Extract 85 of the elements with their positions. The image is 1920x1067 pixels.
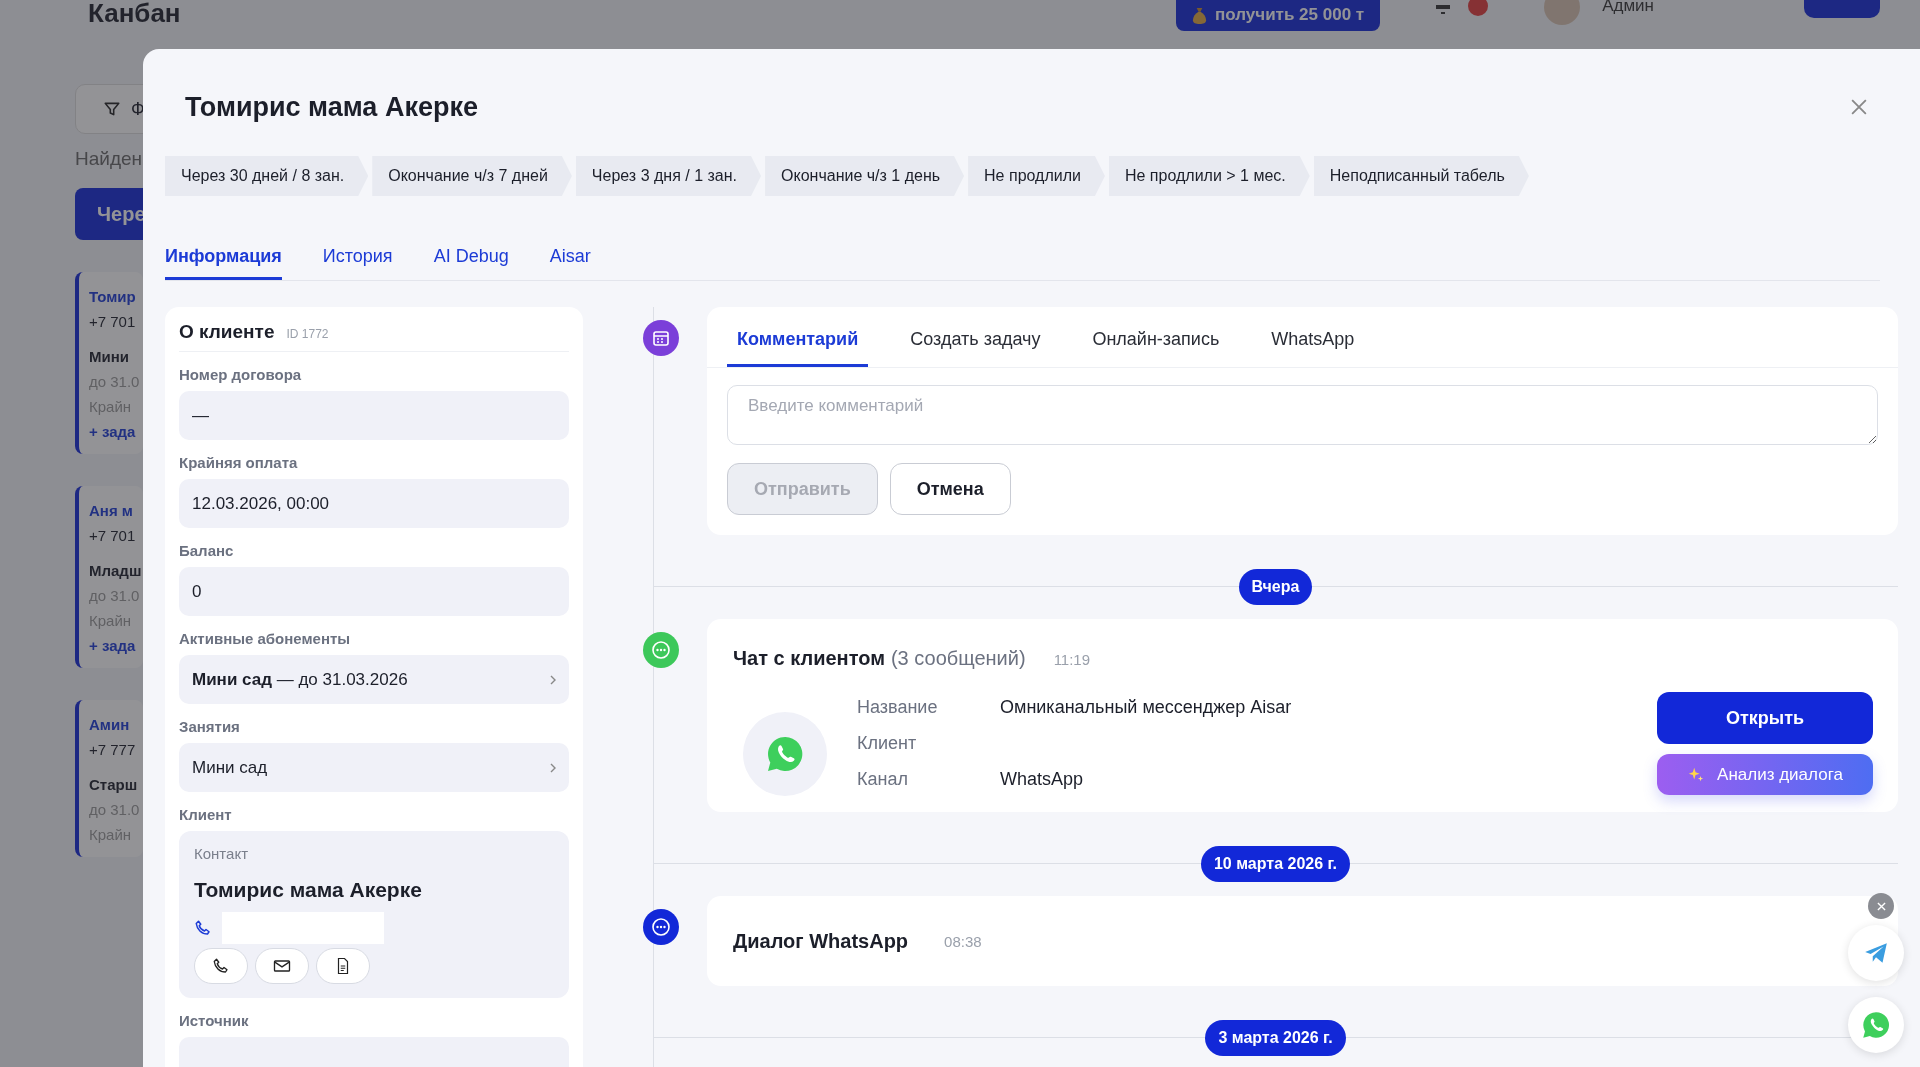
- card-plan: Мини: [89, 348, 129, 365]
- info-label: Канал: [857, 769, 909, 790]
- notification-dot: [1468, 0, 1489, 16]
- dialog-title: Диалог WhatsApp: [733, 929, 909, 953]
- field-label: Источник: [179, 1012, 250, 1029]
- user-name: Админ: [1602, 0, 1654, 16]
- field-label: Номер договора: [179, 366, 303, 383]
- open-button[interactable]: Открыть: [1657, 692, 1873, 744]
- stage-chip[interactable]: Через 3 дня / 1 зан.: [575, 156, 762, 196]
- promo-button[interactable]: получить 25 000 т: [1176, 0, 1381, 31]
- tab[interactable]: AI Debug: [433, 246, 509, 280]
- phone-icon: [194, 919, 212, 937]
- input-field[interactable]: 12.03.2026, 00:00: [179, 479, 569, 528]
- card-name: Амин: [89, 716, 130, 733]
- field-label: Клиент: [179, 806, 233, 823]
- stage-chip[interactable]: Окончание ч/з 1 день: [765, 156, 965, 196]
- input-field[interactable]: 0: [179, 567, 569, 616]
- info-value: Омниканальный мессенджер Aisar: [1000, 697, 1293, 718]
- select-field[interactable]: Мини сад: [179, 743, 569, 792]
- whatsapp-button[interactable]: [1848, 997, 1904, 1053]
- contact-label: Контакт: [194, 845, 249, 862]
- tab[interactable]: WhatsApp: [1261, 329, 1365, 367]
- message-count: (3 сообщений): [890, 647, 1026, 670]
- chevron-right-icon: [550, 674, 556, 685]
- time-text: 11:19: [1053, 651, 1091, 668]
- date-badge: 10 марта 2026 г.: [1200, 846, 1351, 882]
- chat-icon: [642, 632, 679, 668]
- date-badge: Вчера: [1238, 569, 1313, 605]
- found-text: Найден: [75, 148, 144, 170]
- document-button[interactable]: [316, 948, 370, 984]
- contact-name: Томирис мама Акерке: [194, 878, 423, 902]
- tab[interactable]: Создать задачу: [900, 329, 1051, 367]
- tab[interactable]: Aisar: [549, 246, 591, 280]
- card-plan: Старш: [89, 776, 138, 793]
- whatsapp-icon: [765, 734, 805, 774]
- dialog-card[interactable]: Диалог WhatsApp 08:38: [707, 896, 1898, 986]
- info-label: Клиент: [857, 733, 918, 754]
- chat-title: Чат с клиентом: [733, 647, 885, 670]
- comment-field[interactable]: Введите комментарий: [727, 385, 1878, 445]
- add-task-link[interactable]: + зада: [89, 423, 136, 440]
- calendar-icon: [642, 320, 679, 356]
- date-badge: 3 марта 2026 г.: [1205, 1020, 1346, 1056]
- close-icon[interactable]: [1851, 99, 1867, 115]
- analyze-button[interactable]: Анализ диалога: [1657, 754, 1873, 795]
- info-label: Название: [857, 697, 939, 718]
- chevron-right-icon: [550, 762, 556, 773]
- card-name: Томир: [89, 288, 136, 305]
- email-button[interactable]: [255, 948, 309, 984]
- card-phone: +7 701: [89, 313, 136, 330]
- tab[interactable]: Информация: [165, 246, 282, 280]
- input-field[interactable]: —: [179, 391, 569, 440]
- time-text: 08:38: [944, 932, 982, 950]
- tab[interactable]: Онлайн-запись: [1082, 329, 1230, 367]
- card-plan: Младш: [89, 562, 142, 579]
- stage-chip[interactable]: Окончание ч/з 7 дней: [372, 156, 572, 196]
- money-bag-icon: [1192, 6, 1208, 24]
- field-label: Активные абонементы: [179, 630, 352, 647]
- stage-chip[interactable]: Не продлили: [968, 156, 1105, 196]
- field-label: Баланс: [179, 542, 235, 559]
- tab[interactable]: История: [322, 246, 393, 280]
- select-field[interactable]: Мини сад — до 31.03.2026: [179, 655, 569, 704]
- section-title: О клиенте: [179, 321, 275, 343]
- stage-chip[interactable]: Не продлили > 1 мес.: [1108, 156, 1310, 196]
- whatsapp-icon: [1861, 1010, 1891, 1040]
- close-button[interactable]: [1868, 893, 1894, 919]
- add-task-link[interactable]: + зада: [89, 637, 136, 654]
- client-id: ID 1772: [286, 327, 329, 341]
- card-phone: +7 777: [89, 741, 136, 758]
- cancel-button[interactable]: Отмена: [889, 463, 1011, 515]
- info-value: WhatsApp: [1000, 769, 1085, 790]
- tab[interactable]: Комментарий: [727, 329, 869, 367]
- stage-chip[interactable]: Через 30 дней / 8 зан.: [165, 156, 369, 196]
- chat-icon: [642, 909, 679, 945]
- card-name: Аня м: [89, 502, 133, 519]
- phone-icon: [212, 957, 230, 975]
- call-button[interactable]: [194, 948, 248, 984]
- stage-chip[interactable]: Неподписанный табель: [1313, 156, 1529, 196]
- card-phone: +7 701: [89, 527, 136, 544]
- field-label: Крайняя оплата: [179, 454, 299, 471]
- page-title: Канбан: [88, 0, 181, 28]
- field-label: Занятия: [179, 718, 241, 735]
- paper-plane-icon: [1863, 940, 1889, 966]
- filter-icon: [103, 100, 121, 118]
- modal-title: Томирис мама Акерке: [185, 91, 478, 123]
- close-icon: [1876, 901, 1886, 911]
